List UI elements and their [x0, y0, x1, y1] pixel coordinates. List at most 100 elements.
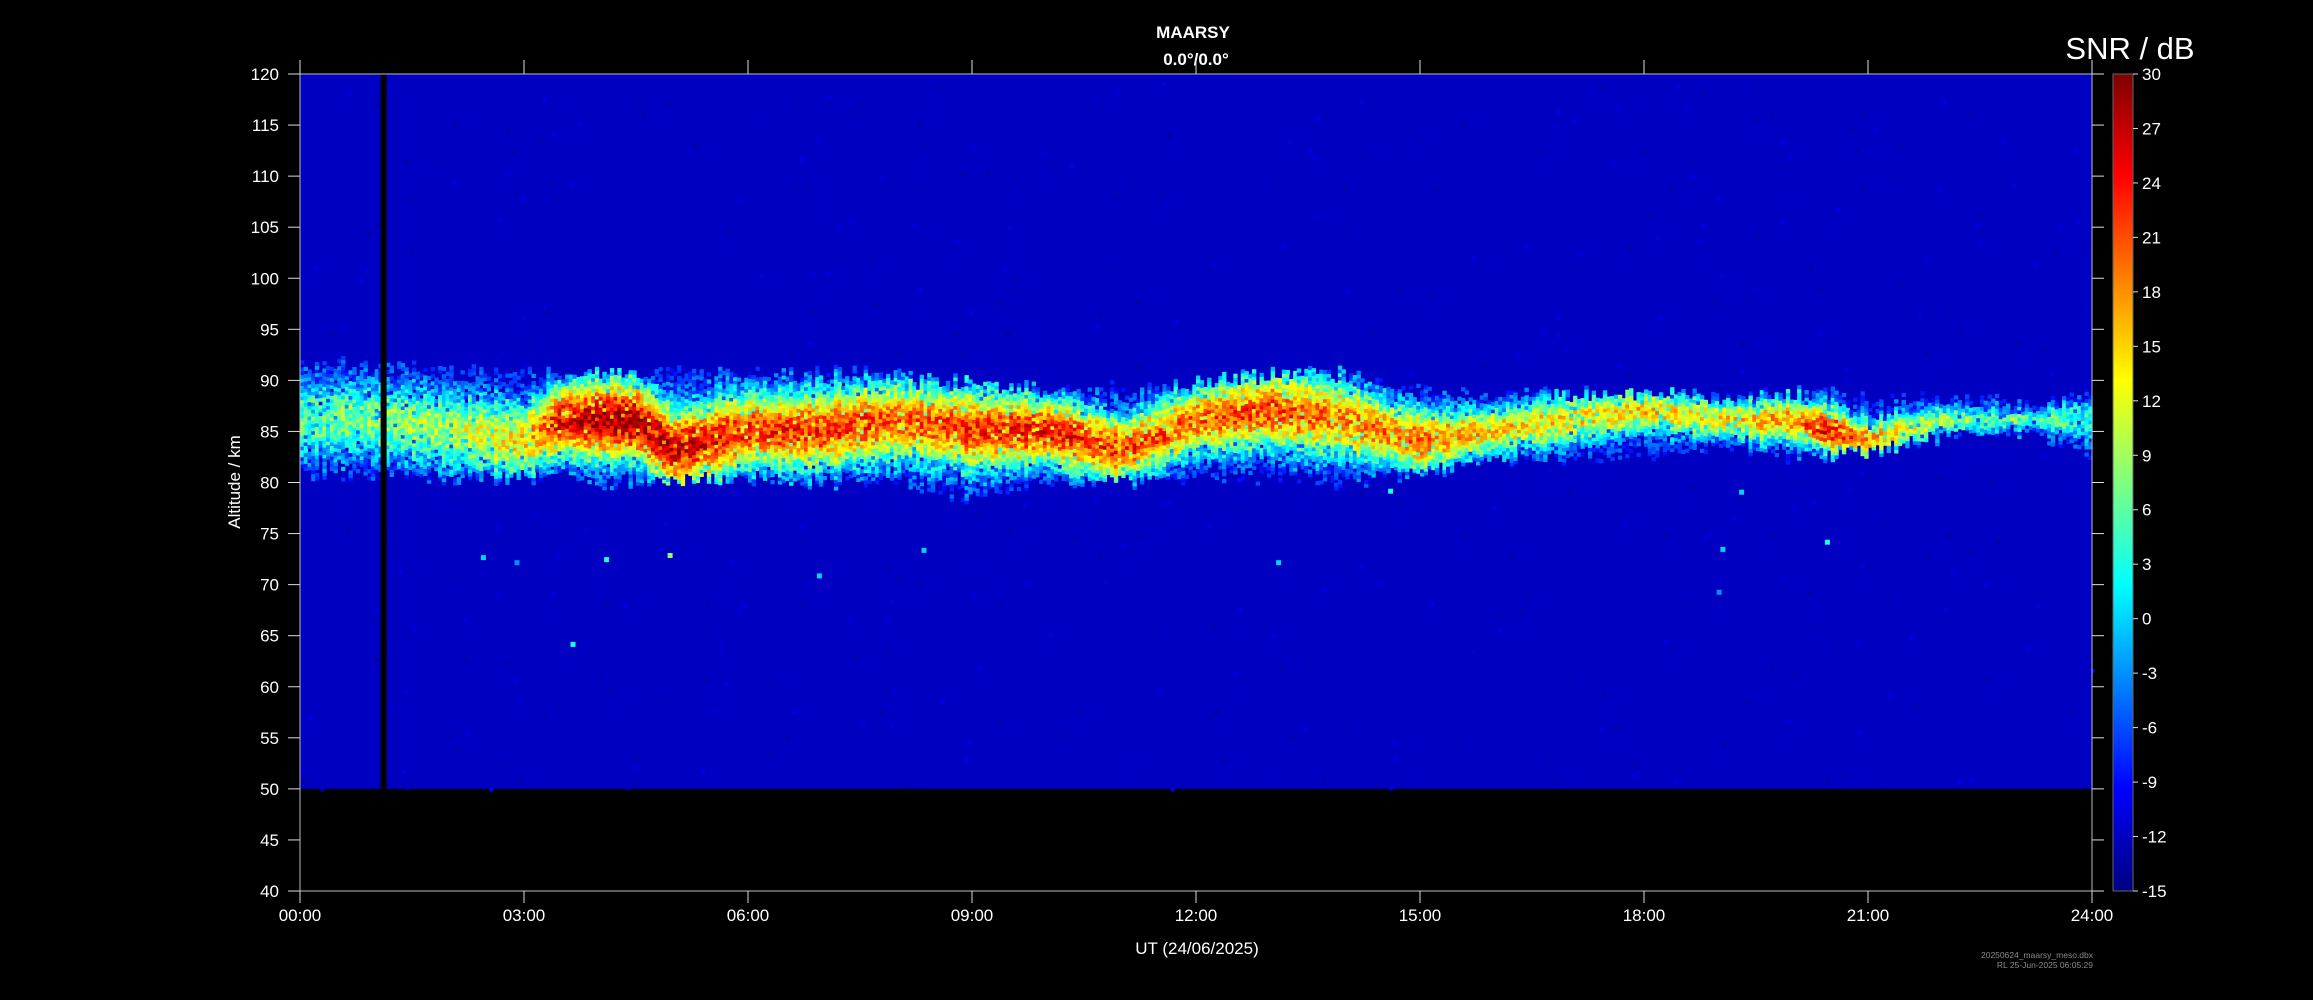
noise-pixel: [1094, 99, 1099, 104]
echo-cell: [699, 437, 704, 442]
echo-cell: [434, 420, 439, 425]
echo-cell: [804, 465, 809, 470]
echo-cell: [695, 400, 701, 405]
echo-cell: [647, 410, 652, 416]
echo-cell: [762, 405, 768, 410]
echo-cell: [789, 478, 794, 483]
noise-pixel: [499, 763, 504, 768]
echo-cell: [594, 452, 600, 457]
echo-cell: [692, 461, 697, 466]
echo-cell: [423, 468, 428, 473]
noise-pixel: [1566, 270, 1571, 275]
echo-cell: [494, 439, 499, 444]
echo-cell: [449, 447, 454, 452]
echo-cell: [475, 401, 480, 406]
echo-cell: [456, 430, 462, 435]
echo-cell: [733, 405, 738, 410]
echo-cell: [314, 444, 320, 449]
echo-cell: [352, 402, 357, 407]
echo-cell: [609, 468, 615, 473]
echo-cell: [460, 388, 465, 393]
echo-cell: [594, 466, 600, 472]
echo-cell: [568, 464, 574, 469]
echo-cell: [688, 396, 693, 401]
noise-pixel: [347, 526, 352, 531]
echo-cell: [639, 432, 645, 437]
echo-cell: [389, 365, 394, 370]
echo-cell: [751, 478, 757, 483]
noise-pixel: [542, 715, 547, 720]
echo-cell: [393, 401, 398, 406]
echo-cell: [710, 462, 716, 467]
echo-cell: [800, 417, 805, 422]
echo-cell: [412, 374, 417, 380]
echo-cell: [725, 415, 730, 420]
echo-cell: [363, 414, 368, 419]
echo-cell: [475, 415, 480, 420]
echo-cell: [456, 462, 462, 468]
echo-cell: [333, 415, 338, 420]
echo-cell: [557, 404, 562, 409]
echo-cell: [348, 441, 353, 447]
noise-pixel: [829, 572, 834, 577]
echo-cell: [542, 386, 548, 391]
noise-pixel: [1315, 117, 1320, 122]
noise-pixel: [737, 493, 741, 497]
echo-cell: [740, 447, 745, 452]
echo-cell: [527, 456, 533, 461]
echo-cell: [352, 424, 357, 429]
echo-cell: [512, 393, 518, 398]
echo-cell: [471, 435, 477, 440]
echo-cell: [662, 450, 667, 455]
echo-cell: [714, 447, 719, 452]
echo-cell: [632, 463, 637, 468]
echo-cell: [550, 373, 555, 378]
echo-cell: [449, 372, 454, 377]
echo-cell: [565, 449, 570, 454]
echo-cell: [538, 420, 544, 425]
echo-cell: [833, 461, 839, 466]
echo-cell: [628, 445, 633, 450]
echo-cell: [576, 441, 581, 446]
echo-cell: [527, 445, 533, 450]
noise-pixel: [522, 205, 527, 209]
echo-cell: [591, 474, 596, 479]
echo-cell: [505, 427, 510, 432]
echo-cell: [800, 431, 805, 436]
noise-pixel: [1167, 500, 1172, 505]
echo-cell: [441, 434, 447, 440]
noise-pixel: [721, 101, 726, 106]
echo-cell: [606, 392, 611, 397]
echo-cell: [415, 428, 421, 434]
echo-cell: [370, 455, 376, 460]
noise-pixel: [1769, 113, 1774, 118]
echo-cell: [613, 450, 618, 455]
echo-cell: [591, 427, 596, 432]
echo-cell: [337, 359, 342, 364]
echo-cell: [718, 431, 723, 436]
echo-cell: [568, 413, 574, 419]
noise-pixel: [307, 776, 312, 781]
noise-pixel: [955, 628, 960, 633]
noise-pixel: [637, 98, 642, 103]
echo-cell: [501, 460, 506, 465]
echo-cell: [471, 364, 477, 369]
echo-cell: [800, 413, 805, 418]
echo-cell: [311, 384, 316, 389]
echo-cell: [606, 388, 611, 393]
noise-pixel: [1635, 770, 1640, 775]
echo-cell: [329, 424, 335, 429]
noise-pixel: [1103, 580, 1108, 585]
echo-cell: [300, 378, 305, 383]
echo-cell: [613, 414, 618, 419]
echo-cell: [370, 397, 376, 403]
echo-cell: [546, 391, 551, 396]
echo-cell: [692, 436, 697, 441]
echo-cell: [583, 393, 589, 398]
echo-cell: [632, 370, 637, 375]
echo-cell: [759, 462, 764, 468]
echo-cell: [662, 382, 667, 387]
echo-cell: [781, 464, 786, 469]
echo-cell: [572, 464, 577, 469]
noise-pixel: [885, 648, 890, 653]
